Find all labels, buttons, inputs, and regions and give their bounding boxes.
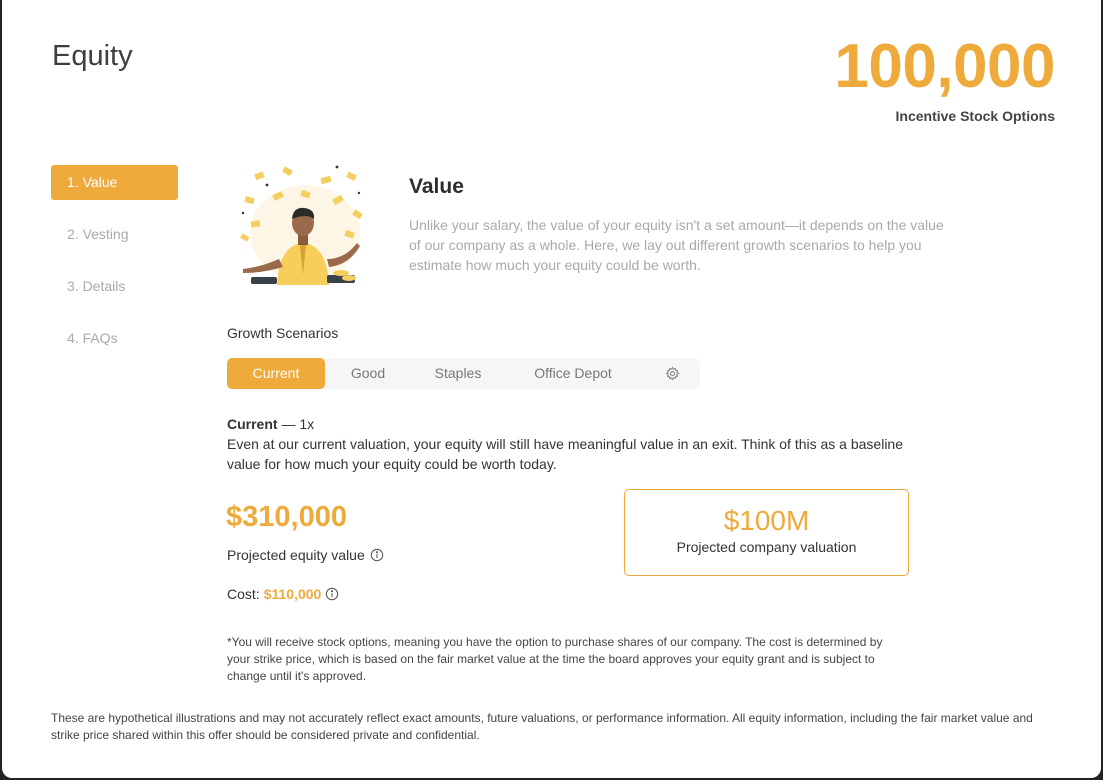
money-rain-illustration (240, 165, 363, 285)
disclaimer: These are hypothetical illustrations and… (51, 711, 1033, 742)
cost-row: Cost: $110,000 (227, 586, 339, 602)
nav-item-vesting[interactable]: 2. Vesting (51, 217, 178, 252)
equity-card: Equity 100,000 Incentive Stock Options 1… (2, 0, 1101, 778)
gear-icon (665, 366, 679, 381)
stock-options-footnote: *You will receive stock options, meaning… (227, 635, 883, 683)
stock-options-label: Incentive Stock Options (895, 108, 1055, 124)
company-valuation-box: $100M Projected company valuation (624, 489, 909, 576)
stock-options-count: 100,000 (834, 32, 1055, 101)
section-title: Value (409, 175, 464, 198)
scenario-heading: Current — 1x (227, 416, 314, 432)
projected-equity-label-row: Projected equity value (227, 547, 384, 563)
tab-staples[interactable]: Staples (411, 358, 505, 389)
page-title: Equity (52, 40, 133, 72)
cost-value: $110,000 (263, 586, 322, 602)
scenario-tabs: Current Good Staples Office Depot (227, 358, 700, 389)
info-icon[interactable] (370, 548, 384, 562)
section-nav: 1. Value 2. Vesting 3. Details 4. FAQs (51, 165, 178, 373)
scenario-description: Even at our current valuation, your equi… (227, 436, 903, 472)
tab-current[interactable]: Current (227, 358, 325, 389)
growth-scenarios-label: Growth Scenarios (227, 325, 339, 341)
scenario-multiplier: — 1x (277, 416, 315, 432)
section-description: Unlike your salary, the value of your eq… (409, 217, 944, 273)
projected-equity-value: $310,000 (226, 501, 347, 533)
nav-item-value[interactable]: 1. Value (51, 165, 178, 200)
tab-office-depot[interactable]: Office Depot (507, 358, 639, 389)
projected-company-valuation: $100M (723, 505, 810, 536)
scenario-settings-button[interactable] (658, 358, 686, 389)
projected-company-valuation-label: Projected company valuation (676, 539, 857, 555)
cost-label: Cost: (227, 586, 260, 602)
projected-equity-label: Projected equity value (227, 547, 365, 563)
nav-item-details[interactable]: 3. Details (51, 269, 178, 304)
info-icon[interactable] (325, 587, 339, 601)
scenario-name: Current (227, 416, 278, 432)
nav-item-faqs[interactable]: 4. FAQs (51, 321, 178, 356)
tab-good[interactable]: Good (327, 358, 409, 389)
